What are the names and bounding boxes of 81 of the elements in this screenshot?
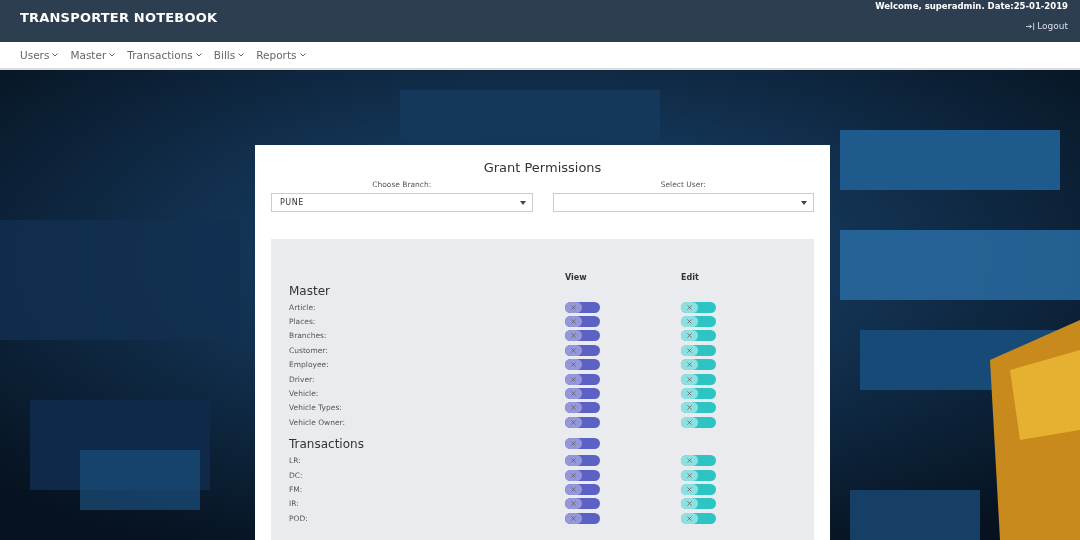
close-icon bbox=[571, 458, 576, 464]
close-icon bbox=[571, 304, 576, 310]
toggle-switch[interactable] bbox=[565, 344, 600, 356]
caret-icon bbox=[801, 200, 807, 205]
caret-icon bbox=[299, 53, 306, 57]
toggle-switch[interactable] bbox=[681, 344, 716, 356]
app-title: TRANSPORTER NOTEBOOK bbox=[20, 10, 218, 27]
toggle-switch[interactable] bbox=[565, 359, 600, 371]
close-icon bbox=[571, 515, 576, 521]
close-icon bbox=[687, 515, 692, 521]
toggle-switch[interactable] bbox=[681, 373, 716, 385]
toggle-switch[interactable] bbox=[565, 330, 600, 342]
toggle-switch[interactable] bbox=[565, 498, 600, 510]
toggle-switch[interactable] bbox=[565, 301, 600, 313]
close-icon bbox=[571, 441, 576, 446]
toggle-switch[interactable] bbox=[565, 469, 600, 481]
close-icon bbox=[571, 405, 576, 411]
close-icon bbox=[571, 419, 576, 425]
toggle-switch[interactable] bbox=[681, 469, 716, 481]
logout-icon bbox=[1026, 21, 1036, 31]
close-icon bbox=[571, 472, 576, 478]
close-icon bbox=[687, 391, 692, 397]
toggle-switch[interactable] bbox=[565, 438, 600, 449]
toggle-switch[interactable] bbox=[681, 359, 716, 371]
welcome-text: Welcome, superadmin. Date:25-01-2019 bbox=[875, 1, 1068, 11]
menu-item[interactable]: Master bbox=[70, 49, 116, 61]
caret-icon bbox=[195, 53, 202, 57]
close-icon bbox=[571, 391, 576, 397]
toggle-switch[interactable] bbox=[681, 498, 716, 510]
close-icon bbox=[571, 501, 576, 507]
close-icon bbox=[687, 458, 692, 464]
section-title: Master bbox=[289, 284, 331, 298]
logout-link[interactable]: Logout bbox=[1026, 21, 1068, 31]
menu-item[interactable]: Bills bbox=[213, 49, 245, 61]
toggle-switch[interactable] bbox=[681, 316, 716, 328]
close-icon bbox=[571, 362, 576, 368]
toggle-switch[interactable] bbox=[681, 330, 716, 342]
dropdown-field[interactable]: PUNE bbox=[271, 193, 533, 212]
close-icon bbox=[687, 347, 692, 353]
toggle-switch[interactable] bbox=[565, 316, 600, 328]
toggle-switch[interactable] bbox=[681, 402, 716, 414]
close-icon bbox=[687, 405, 692, 411]
toggle-switch[interactable] bbox=[565, 388, 600, 400]
toggle-switch[interactable] bbox=[681, 484, 716, 495]
toggle-switch[interactable] bbox=[565, 512, 600, 524]
column-header: Edit bbox=[681, 273, 700, 282]
close-icon bbox=[687, 487, 692, 492]
toggle-switch[interactable] bbox=[681, 455, 716, 467]
toggle-switch[interactable] bbox=[565, 402, 600, 414]
section-title: Transactions bbox=[289, 436, 365, 451]
close-icon bbox=[687, 333, 692, 339]
caret-icon bbox=[109, 53, 116, 57]
toggle-switch[interactable] bbox=[681, 416, 716, 428]
close-icon bbox=[571, 347, 576, 353]
toggle-switch[interactable] bbox=[681, 301, 716, 313]
toggle-switch[interactable] bbox=[565, 455, 600, 467]
close-icon bbox=[687, 304, 692, 310]
column-header: View bbox=[565, 273, 588, 282]
close-icon bbox=[687, 501, 692, 507]
menu-item[interactable]: Reports bbox=[256, 49, 306, 61]
toggle-switch[interactable] bbox=[565, 373, 600, 385]
close-icon bbox=[687, 376, 692, 382]
close-icon bbox=[571, 333, 576, 339]
toggle-switch[interactable] bbox=[681, 512, 716, 524]
caret-icon bbox=[238, 53, 245, 57]
toggle-switch[interactable] bbox=[681, 388, 716, 400]
caret-icon bbox=[52, 53, 59, 57]
dropdown-field[interactable] bbox=[552, 193, 814, 212]
close-icon bbox=[687, 362, 692, 368]
menu-item[interactable]: Transactions bbox=[127, 49, 202, 61]
menu-item[interactable]: Users bbox=[20, 49, 59, 61]
caret-icon bbox=[519, 200, 526, 205]
card-title: Grant Permissions bbox=[482, 160, 603, 175]
close-icon bbox=[571, 319, 576, 325]
close-icon bbox=[687, 472, 692, 478]
toggle-switch[interactable] bbox=[565, 416, 600, 428]
close-icon bbox=[571, 487, 576, 492]
toggle-switch[interactable] bbox=[565, 484, 600, 495]
close-icon bbox=[687, 319, 692, 325]
close-icon bbox=[687, 419, 692, 425]
close-icon bbox=[571, 376, 576, 382]
